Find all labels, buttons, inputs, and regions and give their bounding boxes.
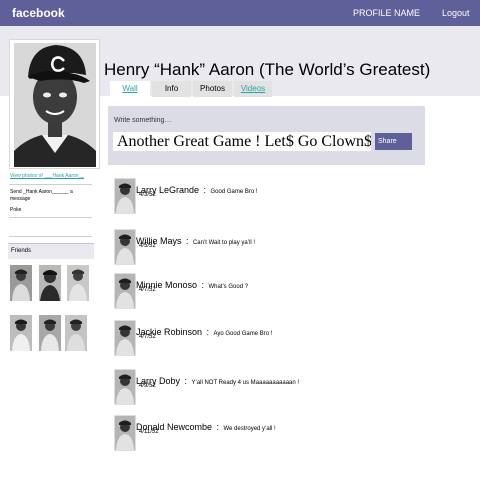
friend-thumbnail[interactable] bbox=[39, 265, 61, 301]
post-author-avatar[interactable] bbox=[114, 369, 136, 405]
author-photo bbox=[115, 230, 135, 264]
wall-post: Donald Newcombe : We destroyed y’all ! 4/… bbox=[108, 415, 428, 455]
friend-photo bbox=[65, 315, 87, 351]
post-text: Can’t Wait to play ya’ll ! bbox=[192, 240, 256, 246]
profile-name-link[interactable]: PROFILE NAME bbox=[353, 8, 420, 18]
friends-header: Friends bbox=[8, 243, 94, 259]
post-text: Y’all NOT Ready 4 us Maaaaaaaaaaan ! bbox=[191, 380, 300, 386]
view-photos-link[interactable]: View photos of ___Hank Aaron__ bbox=[10, 173, 84, 179]
author-photo bbox=[115, 179, 135, 213]
post-author-avatar[interactable] bbox=[114, 229, 136, 265]
post-separator: : bbox=[203, 185, 207, 195]
friend-thumbnail[interactable] bbox=[65, 315, 87, 351]
post-date: 4/7/52 bbox=[139, 334, 156, 340]
post-date: 4/9/52 bbox=[139, 383, 156, 389]
post-date: 4/5/52 bbox=[139, 243, 156, 249]
friend-photo bbox=[10, 265, 32, 301]
friend-thumbnail[interactable] bbox=[10, 315, 32, 351]
post-separator: : bbox=[185, 236, 189, 246]
post-line: Jackie Robinson : Ayo Good Game Bro ! bbox=[136, 322, 272, 340]
post-separator: : bbox=[216, 422, 220, 432]
author-photo bbox=[115, 416, 135, 450]
post-date: 4/7/52 bbox=[139, 287, 156, 293]
wall-post: Larry LeGrande : Good Game Bro ! 4/3/52 bbox=[108, 178, 428, 218]
post-date: 4/11/52 bbox=[139, 429, 159, 435]
post-separator: : bbox=[201, 280, 204, 290]
tab-info[interactable]: Info bbox=[152, 81, 191, 97]
tab-videos[interactable]: Videos bbox=[234, 81, 272, 97]
tab-photos[interactable]: Photos bbox=[193, 81, 232, 97]
status-input[interactable] bbox=[113, 132, 371, 151]
post-author-avatar[interactable] bbox=[114, 273, 136, 309]
share-button[interactable]: Share bbox=[375, 133, 412, 150]
wall-post: Willie Mays : Can’t Wait to play ya’ll !… bbox=[108, 229, 428, 269]
left-divider bbox=[9, 217, 92, 218]
profile-photo-image bbox=[14, 43, 96, 167]
post-separator: : bbox=[206, 327, 210, 337]
author-photo bbox=[115, 370, 135, 404]
post-text: Ayo Good Game Bro ! bbox=[213, 331, 273, 337]
friend-photo bbox=[39, 265, 61, 301]
author-photo bbox=[115, 321, 135, 355]
author-photo bbox=[115, 274, 135, 308]
left-divider bbox=[9, 236, 92, 237]
post-text: What’s Good ? bbox=[208, 284, 249, 290]
friend-thumbnail[interactable] bbox=[67, 265, 89, 301]
post-author-avatar[interactable] bbox=[114, 415, 136, 451]
facebook-logo[interactable]: facebook bbox=[12, 6, 65, 20]
friend-photo bbox=[67, 265, 89, 301]
post-author-avatar[interactable] bbox=[114, 320, 136, 356]
post-author-avatar[interactable] bbox=[114, 178, 136, 214]
wall-post: Jackie Robinson : Ayo Good Game Bro ! 4/7… bbox=[108, 320, 428, 360]
post-line: Larry Doby : Y’all NOT Ready 4 us Maaaaa… bbox=[136, 371, 299, 389]
friend-thumbnail[interactable] bbox=[39, 315, 61, 351]
friend-photo bbox=[10, 315, 32, 351]
top-bar: facebook PROFILE NAME Logout bbox=[0, 0, 480, 26]
wall-post: Larry Doby : Y’all NOT Ready 4 us Maaaaa… bbox=[108, 369, 428, 409]
left-divider bbox=[9, 184, 92, 185]
status-prompt: Write something… bbox=[114, 117, 172, 124]
post-date: 4/3/52 bbox=[139, 192, 156, 198]
tab-wall[interactable]: Wall bbox=[110, 81, 150, 97]
logout-link[interactable]: Logout bbox=[442, 8, 470, 18]
send-message-link[interactable]: Send _Hank Aaron______ a message bbox=[10, 189, 85, 203]
poke-link[interactable]: Poke bbox=[10, 207, 21, 213]
post-separator: : bbox=[184, 376, 187, 386]
post-text: Good Game Bro ! bbox=[210, 189, 258, 195]
wall-post: Minnie Monoso : What’s Good ? 4/7/52 bbox=[108, 273, 428, 313]
profile-title: Henry “Hank” Aaron (The World’s Greatest… bbox=[104, 60, 431, 79]
profile-photo[interactable] bbox=[9, 39, 100, 169]
friend-thumbnail[interactable] bbox=[10, 265, 32, 301]
post-text: We destroyed y’all ! bbox=[223, 426, 276, 432]
friend-photo bbox=[39, 315, 61, 351]
